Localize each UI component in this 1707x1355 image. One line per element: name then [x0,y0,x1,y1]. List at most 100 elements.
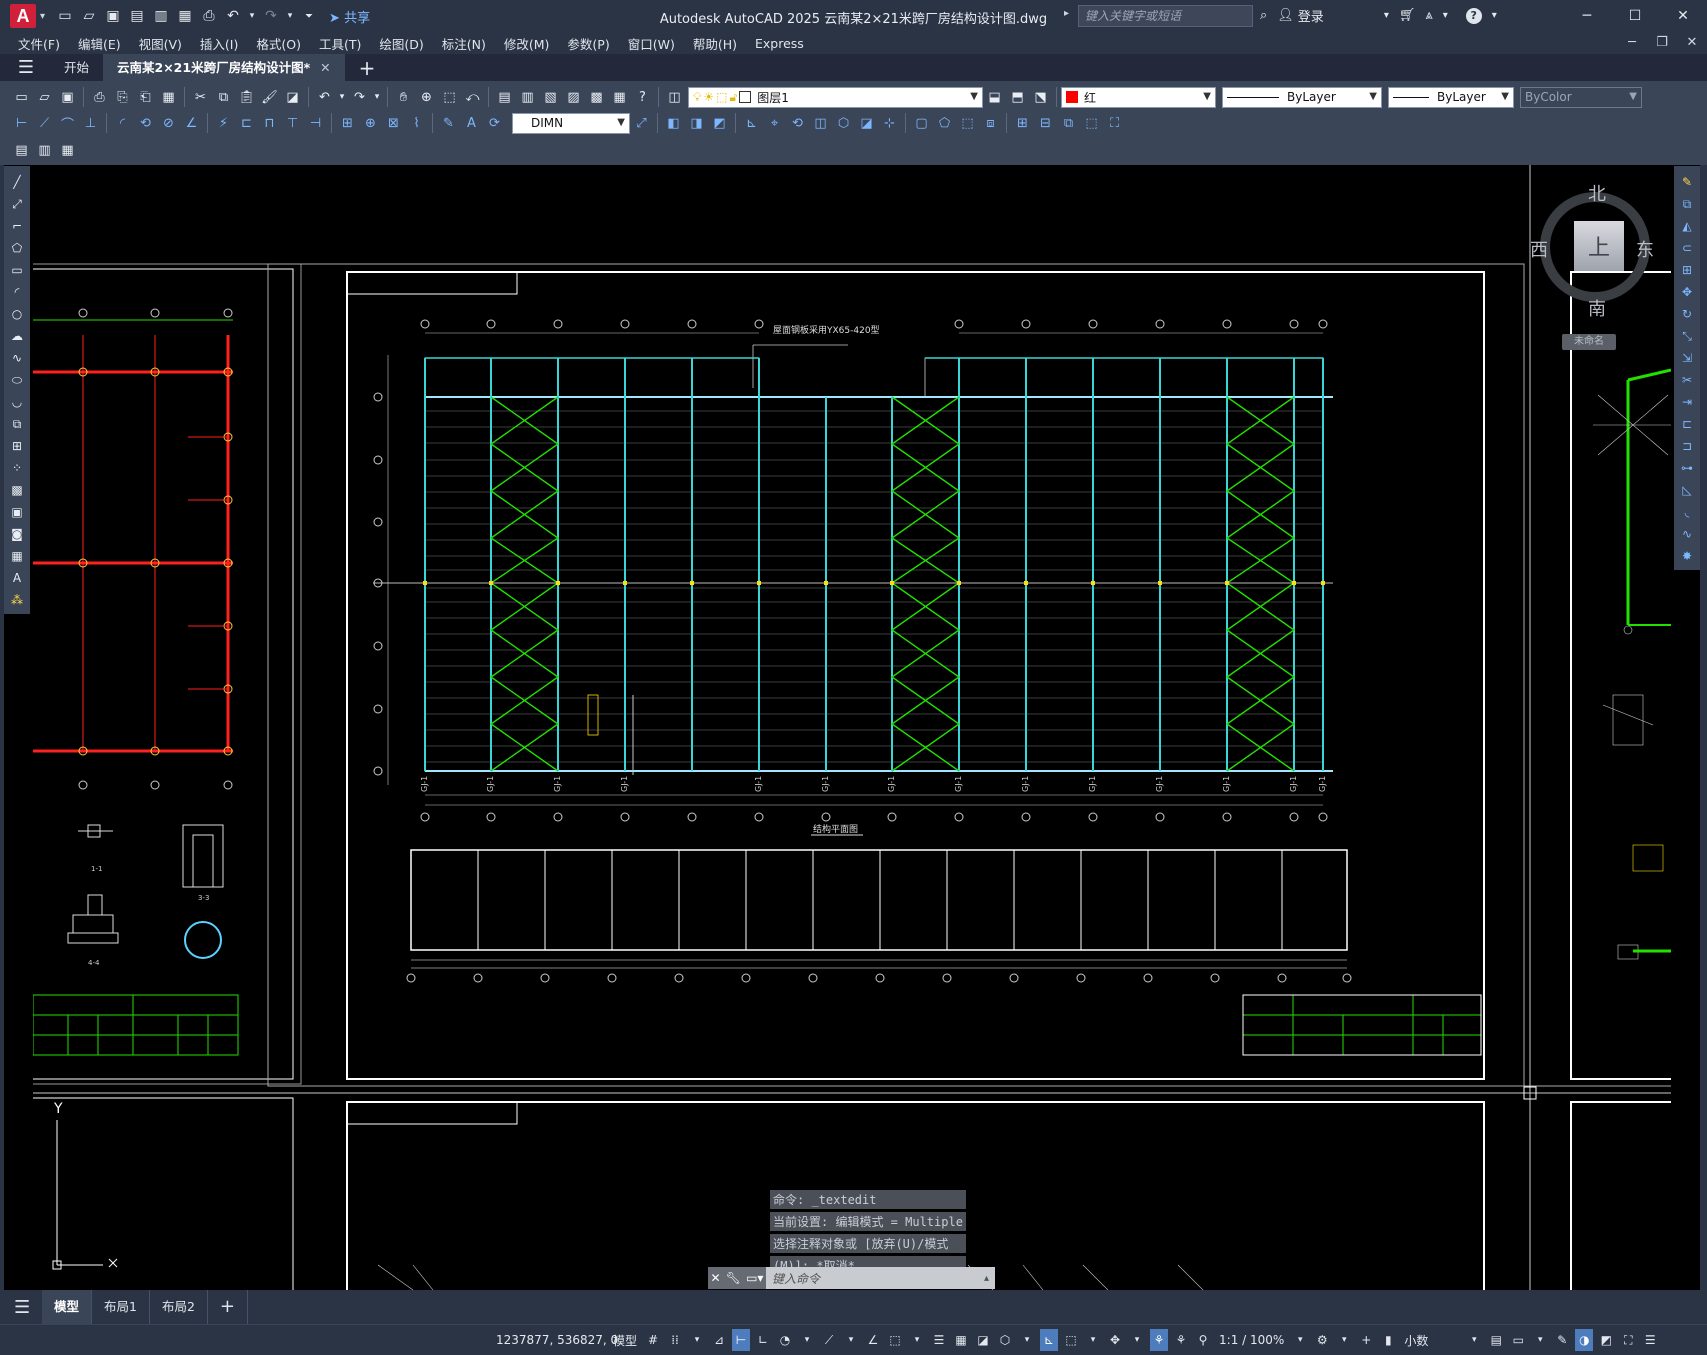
make-current-layer-icon[interactable]: ⬓ [984,87,1005,108]
vp-clip-icon[interactable]: ⧈ [980,113,1001,134]
ucs-origin-icon[interactable]: ⊹ [879,113,900,134]
transparency-icon[interactable]: ▦ [952,1329,970,1351]
arc-length-icon[interactable]: ⌒ [57,113,78,134]
dim-break-icon[interactable]: ⊣ [305,113,326,134]
viewcube-west[interactable]: 西 [1530,236,1548,262]
new-tab-icon[interactable]: + [359,56,376,80]
viewcube-south[interactable]: 南 [1588,295,1606,321]
linear-dim-icon[interactable]: ⊢ [11,113,32,134]
redo-icon[interactable]: ↷ [261,6,281,26]
minimize-icon[interactable]: ─ [1563,0,1611,32]
layer-previous-icon[interactable]: ⬒ [1007,87,1028,108]
menu-format[interactable]: 格式(O) [256,34,301,53]
snap-icon[interactable]: ⁞⁞ [666,1329,684,1351]
login-button[interactable]: 登录 [1298,6,1324,25]
radius-dim-icon[interactable]: ◜ [112,113,133,134]
plotstyle-dropdown[interactable]: ByColor ▼ [1520,86,1642,108]
gizmo-dropdown-icon[interactable]: ▾ [1128,1329,1146,1351]
layer-properties-icon[interactable]: ◫ [664,87,685,108]
menu-window[interactable]: 窗口(W) [628,34,675,53]
command-close-icon[interactable]: ✕ [711,1271,721,1285]
ellipse-arc-icon[interactable]: ◡ [7,392,27,412]
fillet-icon[interactable]: ◟ [1677,502,1697,522]
point-icon[interactable]: ⁘ [7,458,27,478]
zoom-realtime-icon[interactable]: ⊕ [416,87,437,108]
layer-isolate-icon[interactable]: ▥ [34,140,55,161]
close-icon[interactable]: ✕ [1659,0,1707,32]
vp-poly-icon[interactable]: ⬠ [934,113,955,134]
line-icon[interactable]: ╱ [7,172,27,192]
gizmo-icon[interactable]: ✥ [1106,1329,1124,1351]
isodraft-icon[interactable]: ⟋ [820,1329,838,1351]
hatch-icon[interactable]: ▩ [7,480,27,500]
tab-close-icon[interactable]: ✕ [320,60,330,75]
dynamic-input-icon[interactable]: ⊢ [732,1329,751,1351]
insert-block-icon[interactable]: ⧉ [7,414,27,434]
layer-freeze-icon[interactable]: ▦ [57,140,78,161]
design-center-icon[interactable]: ▥ [517,87,538,108]
plot-preview-icon[interactable]: ⎘ [112,87,133,108]
polar-dropdown-icon[interactable]: ▾ [798,1329,816,1351]
selection-filter-dropdown-icon[interactable]: ▾ [1084,1329,1102,1351]
object-snap-icon[interactable]: ⬚ [886,1329,904,1351]
rotate-icon[interactable]: ↻ [1677,304,1697,324]
login-dropdown-icon[interactable]: ▾ [1384,10,1389,21]
menu-file[interactable]: 文件(F) [18,34,60,53]
ucs-previous-icon[interactable]: ⟲ [787,113,808,134]
infer-constraints-icon[interactable]: ⊿ [710,1329,728,1351]
jogged-linear-icon[interactable]: ⌇ [406,113,427,134]
search-input[interactable]: 键入关键字或短语 [1078,5,1253,27]
dimstyle-dropdown[interactable]: DIMN ▼ [512,112,630,134]
user-icon[interactable]: 👤︎ [1277,8,1294,23]
viewcube[interactable]: 上 北 南 东 西 [1530,180,1660,320]
dynamic-ucs-icon[interactable]: ⊾ [1040,1329,1059,1351]
save-icon[interactable]: ▣ [103,6,123,26]
annotation-visibility-icon[interactable]: ⚘ [1150,1329,1169,1351]
polar-icon[interactable]: ◔ [776,1329,794,1351]
print-icon[interactable]: ⎙ [199,6,219,26]
publish-icon[interactable]: ⎗ [135,87,156,108]
units-icon[interactable]: ▮ [1379,1329,1397,1351]
trim-icon[interactable]: ✂ [1677,370,1697,390]
pan-icon[interactable]: ✋︎ [393,87,414,108]
grid-icon[interactable]: # [644,1329,662,1351]
menu-express[interactable]: Express [755,36,804,51]
command-history-toggle-icon[interactable]: ▴ [984,1273,989,1284]
viewcube-north[interactable]: 北 [1588,180,1606,206]
workspace-icon[interactable]: ⚙ [1313,1329,1331,1351]
lineweight-icon[interactable]: ☰ [930,1329,948,1351]
layer-walk-icon[interactable]: ▤ [11,140,32,161]
layer-states-icon[interactable]: ⬔ [1030,87,1051,108]
scale-icon[interactable]: ⤡ [1677,326,1697,346]
save-icon[interactable]: ▣ [57,87,78,108]
center-mark-icon[interactable]: ⊕ [360,113,381,134]
vp-convert-icon[interactable]: ⬚ [957,113,978,134]
revcloud-icon[interactable]: ☁︎ [7,326,27,346]
cart-icon[interactable]: 🛒︎ [1399,8,1416,23]
menu-draw[interactable]: 绘图(D) [379,34,423,53]
selection-filter-icon[interactable]: ⬚ [1062,1329,1080,1351]
command-input[interactable]: 键入命令 [766,1270,984,1287]
stretch-icon[interactable]: ⇲ [1677,348,1697,368]
customization-icon[interactable]: ☰ [1641,1329,1659,1351]
lineweight-dropdown[interactable]: ByLayer ▼ [1388,86,1514,108]
ordinate-dim-icon[interactable]: ⊥ [80,113,101,134]
region-icon[interactable]: ◙ [7,524,27,544]
search-expand-icon[interactable]: ▸ [1064,8,1069,19]
join-icon[interactable]: ⊶ [1677,458,1697,478]
annotation-scale-value[interactable]: 1:1 / 100% [1216,1329,1287,1351]
plot-icon[interactable]: ⎙ [89,87,110,108]
annotation-scale-icon[interactable]: ⚲ [1194,1329,1212,1351]
coordinate-display[interactable]: 1237877, 536827, 0 [496,1333,618,1347]
app-menu-dropdown-icon[interactable]: ▾ [40,11,45,22]
3d-osnap-dropdown-icon[interactable]: ▾ [1018,1329,1036,1351]
ucs-face-icon[interactable]: ◫ [810,113,831,134]
share-button[interactable]: ➤ 共享 [329,7,370,26]
redo-list-icon[interactable]: ▾ [372,87,382,108]
model-space-button[interactable]: 模型 [610,1329,640,1351]
rectangle-icon[interactable]: ▭ [7,260,27,280]
ortho-icon[interactable]: ∟ [754,1329,772,1351]
autodesk-app-icon[interactable]: ⩓ [1425,8,1432,23]
drawing-canvas[interactable]: 1-1 3-3 4-4 Y GJ-1 GJ-1 GJ-1 GJ-1 GJ-1 G… [33,165,1671,1290]
clean-screen-icon[interactable]: ⛶ [1619,1329,1637,1351]
